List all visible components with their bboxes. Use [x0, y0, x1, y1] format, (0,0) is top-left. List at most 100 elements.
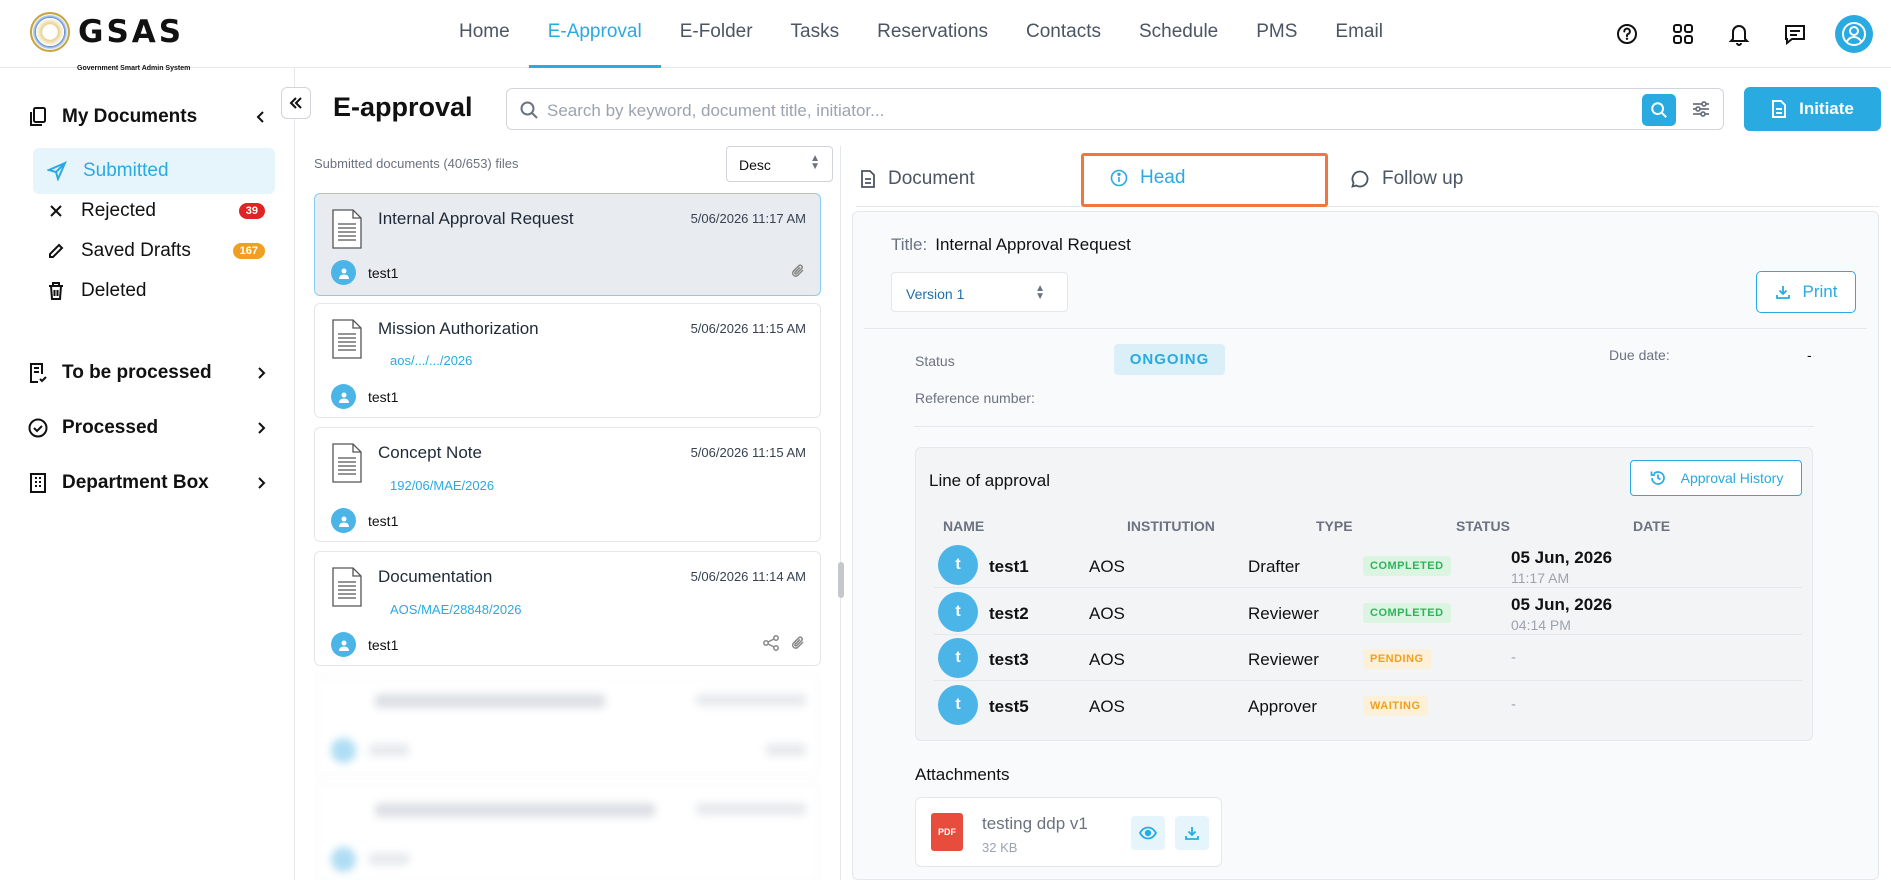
file-icon — [332, 443, 362, 483]
paperclip-icon[interactable] — [790, 262, 806, 280]
list-item[interactable]: Internal Approval Request 5/06/2026 11:1… — [314, 193, 821, 296]
table-row[interactable]: t test3 AOS Reviewer PENDING - — [934, 635, 1802, 681]
sidebar-item-deleted[interactable]: Deleted — [33, 268, 275, 314]
tab-follow-up[interactable]: Follow up — [1350, 151, 1463, 207]
table-row[interactable]: t test2 AOS Reviewer COMPLETED 05 Jun, 2… — [934, 589, 1802, 635]
nav-pms[interactable]: PMS — [1237, 0, 1316, 68]
card-reference: AOS/MAE/28848/2026 — [390, 602, 522, 617]
share-icon[interactable] — [762, 634, 780, 652]
document-icon — [1772, 100, 1787, 118]
chevron-right-icon[interactable] — [254, 419, 268, 437]
row-institution: AOS — [1089, 604, 1125, 623]
documents-icon — [30, 107, 46, 126]
chat-icon[interactable] — [1767, 14, 1823, 54]
help-icon[interactable] — [1599, 14, 1655, 54]
row-institution: AOS — [1089, 697, 1125, 716]
row-date: - — [1511, 696, 1516, 713]
row-institution: AOS — [1089, 650, 1125, 669]
list-item[interactable]: Concept Note 5/06/2026 11:15 AM 192/06/M… — [314, 427, 821, 542]
clipboard-check-icon — [30, 363, 47, 383]
panel-divider — [840, 146, 841, 880]
search-bar[interactable]: Search by keyword, document title, initi… — [506, 88, 1724, 130]
status-badge: COMPLETED — [1363, 556, 1451, 576]
card-date: 5/06/2026 11:14 AM — [690, 569, 806, 584]
initiate-button[interactable]: Initiate — [1744, 87, 1881, 131]
approval-history-button[interactable]: Approval History — [1630, 460, 1802, 496]
status-badge: PENDING — [1363, 649, 1431, 669]
column-header-type: TYPE — [1316, 518, 1353, 534]
sort-arrows-icon: ▲ ▼ — [810, 153, 820, 172]
nav-e-approval[interactable]: E-Approval — [528, 0, 661, 68]
trash-icon — [49, 282, 63, 300]
sidebar-section-my-documents[interactable]: My Documents — [28, 106, 268, 128]
paperclip-icon[interactable] — [790, 634, 806, 652]
title-label: Title: — [891, 235, 928, 254]
list-item[interactable]: Documentation 5/06/2026 11:14 AM AOS/MAE… — [314, 551, 821, 666]
version-select[interactable]: Version 1 ▲ ▼ — [891, 272, 1068, 312]
sidebar-section-label: Processed — [62, 417, 159, 438]
sidebar-section-processed[interactable]: Processed — [28, 417, 268, 439]
chevron-left-icon[interactable] — [254, 108, 268, 126]
chevron-right-icon[interactable] — [254, 474, 268, 492]
avatar: t — [938, 638, 978, 678]
history-icon — [1650, 471, 1665, 485]
search-icon — [1651, 102, 1667, 118]
download-button[interactable] — [1175, 816, 1209, 850]
tab-document[interactable]: Document — [860, 151, 975, 207]
collapse-sidebar-button[interactable] — [281, 87, 311, 119]
list-item[interactable]: Mission Authorization 5/06/2026 11:15 AM… — [314, 303, 821, 418]
print-label: Print — [1802, 282, 1838, 301]
nav-schedule[interactable]: Schedule — [1120, 0, 1237, 68]
user-icon — [331, 384, 356, 409]
logo[interactable]: GSAS Government Smart Admin System — [30, 12, 190, 72]
sidebar-section-to-be-processed[interactable]: To be processed — [28, 362, 268, 384]
drafts-count-badge: 167 — [232, 243, 265, 259]
row-type: Reviewer — [1248, 650, 1319, 669]
tab-label: Follow up — [1382, 168, 1464, 189]
row-name: test3 — [989, 650, 1029, 669]
preview-button[interactable] — [1131, 816, 1165, 850]
card-user-name: test1 — [368, 388, 399, 405]
nav-contacts[interactable]: Contacts — [1007, 0, 1120, 68]
row-institution: AOS — [1089, 557, 1125, 576]
card-user: test1 — [331, 384, 398, 409]
sort-select[interactable]: Desc ▲ ▼ — [726, 146, 833, 182]
status-badge: ONGOING — [1114, 344, 1225, 375]
chevron-right-icon[interactable] — [254, 364, 268, 382]
row-date: - — [1511, 649, 1516, 666]
card-user: test1 — [331, 260, 398, 285]
user-icon — [331, 260, 356, 285]
search-icon — [520, 101, 538, 119]
attachment-card[interactable]: PDF testing ddp v1 32 KB — [915, 797, 1222, 867]
apps-grid-icon[interactable] — [1655, 14, 1711, 54]
nav-e-folder[interactable]: E-Folder — [661, 0, 772, 68]
print-button[interactable]: Print — [1756, 271, 1856, 313]
sidebar-section-department-box[interactable]: Department Box — [28, 472, 268, 494]
table-row[interactable]: t test1 AOS Drafter COMPLETED 05 Jun, 20… — [934, 542, 1802, 588]
column-header-date: DATE — [1633, 518, 1671, 534]
list-item-blurred — [314, 675, 821, 775]
avatar: t — [938, 685, 978, 725]
nav-reservations[interactable]: Reservations — [858, 0, 1007, 68]
search-input[interactable]: Search by keyword, document title, initi… — [547, 101, 884, 121]
bell-icon[interactable] — [1711, 14, 1767, 54]
user-icon — [331, 632, 356, 657]
search-button[interactable] — [1642, 94, 1676, 126]
sidebar: My Documents Submitted Rejected 39 Saved… — [0, 68, 295, 880]
chat-bubble-icon — [1351, 170, 1369, 188]
nav-email[interactable]: Email — [1316, 0, 1402, 68]
detail-tabs: Document Head Follow up — [856, 151, 1879, 207]
column-header-name: NAME — [943, 518, 985, 534]
filter-sliders-icon[interactable] — [1691, 99, 1711, 119]
attachments-heading: Attachments — [915, 765, 1010, 784]
divider — [864, 328, 1867, 329]
nav-home[interactable]: Home — [440, 0, 529, 68]
status-badge: COMPLETED — [1363, 603, 1451, 623]
nav-tasks[interactable]: Tasks — [772, 0, 859, 68]
user-avatar[interactable] — [1835, 15, 1873, 53]
sidebar-item-label: Deleted — [81, 280, 147, 301]
table-row[interactable]: t test5 AOS Approver WAITING - — [934, 682, 1802, 728]
row-type: Reviewer — [1248, 604, 1319, 623]
list-scrollbar[interactable] — [838, 562, 844, 598]
sidebar-section-label: To be processed — [62, 362, 212, 383]
